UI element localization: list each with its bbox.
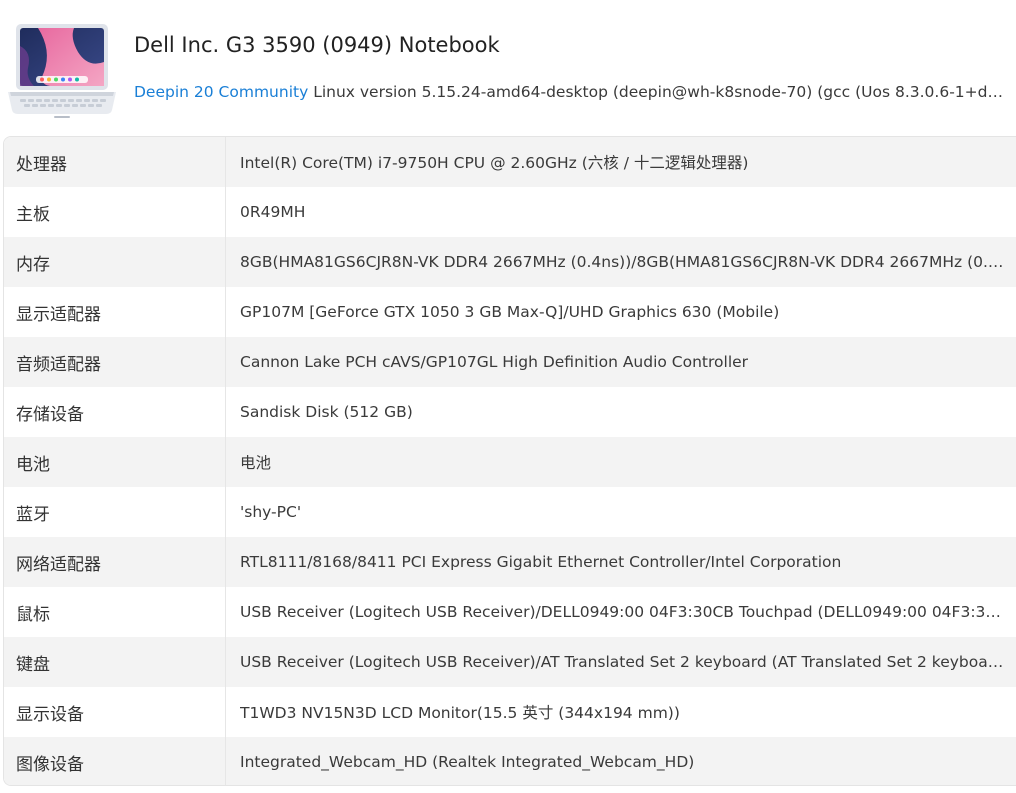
row-label: 蓝牙 bbox=[4, 487, 226, 537]
row-value-text: Cannon Lake PCH cAVS/GP107GL High Defini… bbox=[240, 353, 749, 371]
row-label: 图像设备 bbox=[4, 737, 226, 785]
table-row: 蓝牙 'shy-PC' bbox=[4, 487, 1016, 537]
row-value-text: 'shy-PC' bbox=[240, 503, 302, 521]
table-row: 主板 0R49MH bbox=[4, 187, 1016, 237]
table-row: 内存 8GB(HMA81GS6CJR8N-VK DDR4 2667MHz (0.… bbox=[4, 237, 1016, 287]
table-row: 显示设备 T1WD3 NV15N3D LCD Monitor(15.5 英寸 (… bbox=[4, 687, 1016, 737]
row-label: 音频适配器 bbox=[4, 337, 226, 387]
row-value: 0R49MH bbox=[226, 187, 1016, 237]
os-info-line: Deepin 20 Community Linux version 5.15.2… bbox=[134, 83, 1012, 101]
device-header: Dell Inc. G3 3590 (0949) Notebook Deepin… bbox=[0, 0, 1016, 130]
row-value: RTL8111/8168/8411 PCI Express Gigabit Et… bbox=[226, 537, 1016, 587]
table-row: 网络适配器 RTL8111/8168/8411 PCI Express Giga… bbox=[4, 537, 1016, 587]
row-label: 处理器 bbox=[4, 137, 226, 187]
table-row: 显示适配器 GP107M [GeForce GTX 1050 3 GB Max-… bbox=[4, 287, 1016, 337]
row-value-text: USB Receiver (Logitech USB Receiver)/DEL… bbox=[240, 603, 1008, 621]
row-value: Sandisk Disk (512 GB) bbox=[226, 387, 1016, 437]
row-label: 鼠标 bbox=[4, 587, 226, 637]
row-value: Integrated_Webcam_HD (Realtek Integrated… bbox=[226, 737, 1016, 785]
row-value-text: GP107M [GeForce GTX 1050 3 GB Max-Q]/UHD… bbox=[240, 303, 780, 321]
row-value-text: USB Receiver (Logitech USB Receiver)/AT … bbox=[240, 653, 1008, 671]
table-row: 图像设备 Integrated_Webcam_HD (Realtek Integ… bbox=[4, 737, 1016, 785]
row-label: 电池 bbox=[4, 437, 226, 487]
row-value: 电池 bbox=[226, 437, 1016, 487]
row-value: Cannon Lake PCH cAVS/GP107GL High Defini… bbox=[226, 337, 1016, 387]
row-value: 'shy-PC' bbox=[226, 487, 1016, 537]
laptop-icon bbox=[8, 24, 116, 118]
row-value: GP107M [GeForce GTX 1050 3 GB Max-Q]/UHD… bbox=[226, 287, 1016, 337]
row-value-text: 电池 bbox=[240, 454, 272, 472]
table-row: 电池 电池 bbox=[4, 437, 1016, 487]
row-value-text: T1WD3 NV15N3D LCD Monitor(15.5 英寸 (344x1… bbox=[240, 704, 680, 722]
table-row: 鼠标 USB Receiver (Logitech USB Receiver)/… bbox=[4, 587, 1016, 637]
row-label: 主板 bbox=[4, 187, 226, 237]
row-label: 网络适配器 bbox=[4, 537, 226, 587]
device-title: Dell Inc. G3 3590 (0949) Notebook bbox=[134, 33, 500, 57]
row-value-text: 8GB(HMA81GS6CJR8N-VK DDR4 2667MHz (0.4ns… bbox=[240, 253, 1008, 271]
row-value: USB Receiver (Logitech USB Receiver)/AT … bbox=[226, 637, 1016, 687]
row-value: USB Receiver (Logitech USB Receiver)/DEL… bbox=[226, 587, 1016, 637]
row-label: 显示设备 bbox=[4, 687, 226, 737]
row-label: 内存 bbox=[4, 237, 226, 287]
row-value-text: Integrated_Webcam_HD (Realtek Integrated… bbox=[240, 753, 695, 771]
row-label: 键盘 bbox=[4, 637, 226, 687]
table-row: 处理器 Intel(R) Core(TM) i7-9750H CPU @ 2.6… bbox=[4, 137, 1016, 187]
row-value-text: RTL8111/8168/8411 PCI Express Gigabit Et… bbox=[240, 553, 842, 571]
table-row: 存储设备 Sandisk Disk (512 GB) bbox=[4, 387, 1016, 437]
os-kernel-detail: Linux version 5.15.24-amd64-desktop (dee… bbox=[313, 83, 1012, 101]
table-row: 音频适配器 Cannon Lake PCH cAVS/GP107GL High … bbox=[4, 337, 1016, 387]
row-value-text: Intel(R) Core(TM) i7-9750H CPU @ 2.60GHz… bbox=[240, 154, 749, 172]
row-value: T1WD3 NV15N3D LCD Monitor(15.5 英寸 (344x1… bbox=[226, 687, 1016, 737]
row-label: 存储设备 bbox=[4, 387, 226, 437]
row-value: 8GB(HMA81GS6CJR8N-VK DDR4 2667MHz (0.4ns… bbox=[226, 237, 1016, 287]
row-value-text: Sandisk Disk (512 GB) bbox=[240, 403, 413, 421]
row-label: 显示适配器 bbox=[4, 287, 226, 337]
row-value: Intel(R) Core(TM) i7-9750H CPU @ 2.60GHz… bbox=[226, 137, 1016, 187]
table-row: 键盘 USB Receiver (Logitech USB Receiver)/… bbox=[4, 637, 1016, 687]
os-name-link[interactable]: Deepin 20 Community bbox=[134, 83, 308, 101]
hardware-info-table: 处理器 Intel(R) Core(TM) i7-9750H CPU @ 2.6… bbox=[3, 136, 1016, 786]
row-value-text: 0R49MH bbox=[240, 203, 306, 221]
